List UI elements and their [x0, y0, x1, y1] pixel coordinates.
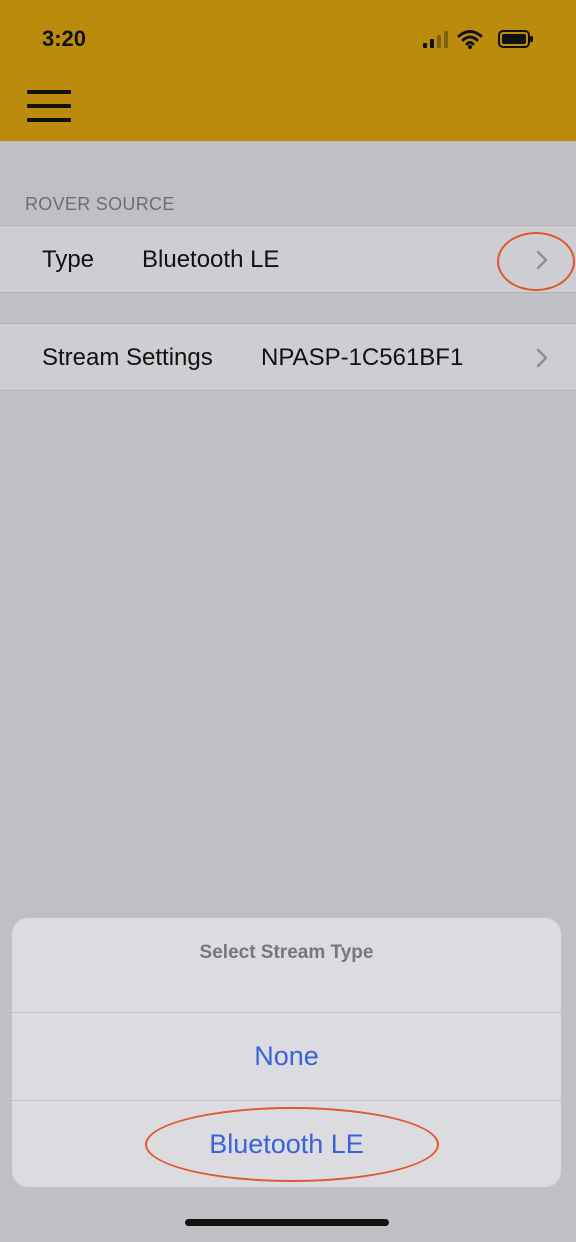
- hamburger-menu-icon[interactable]: [27, 90, 71, 122]
- home-indicator: [185, 1219, 389, 1226]
- annotation-circle-bluetooth-option: [145, 1107, 439, 1182]
- cellular-signal-icon: [423, 31, 448, 48]
- type-value: Bluetooth LE: [142, 246, 280, 273]
- app-top-bar: 3:20: [0, 0, 576, 141]
- stream-settings-value: NPASP-1C561BF1: [261, 344, 464, 371]
- status-time: 3:20: [42, 26, 87, 51]
- option-none-button[interactable]: None: [12, 1012, 561, 1099]
- chevron-right-icon: [536, 348, 548, 368]
- section-header-rover-source: ROVER SOURCE: [25, 194, 175, 214]
- type-label: Type: [42, 246, 95, 273]
- wifi-icon: [457, 30, 483, 49]
- stream-settings-label: Stream Settings: [42, 344, 213, 371]
- action-sheet-title: Select Stream Type: [199, 942, 374, 963]
- type-row[interactable]: Type Bluetooth LE: [0, 225, 576, 293]
- stream-settings-row[interactable]: Stream Settings NPASP-1C561BF1: [0, 323, 576, 391]
- annotation-circle-chevron: [497, 232, 575, 291]
- screen: 3:20 ROVER SOURCE Type Bluetooth LE Stre…: [0, 0, 576, 1242]
- battery-icon: [498, 30, 533, 48]
